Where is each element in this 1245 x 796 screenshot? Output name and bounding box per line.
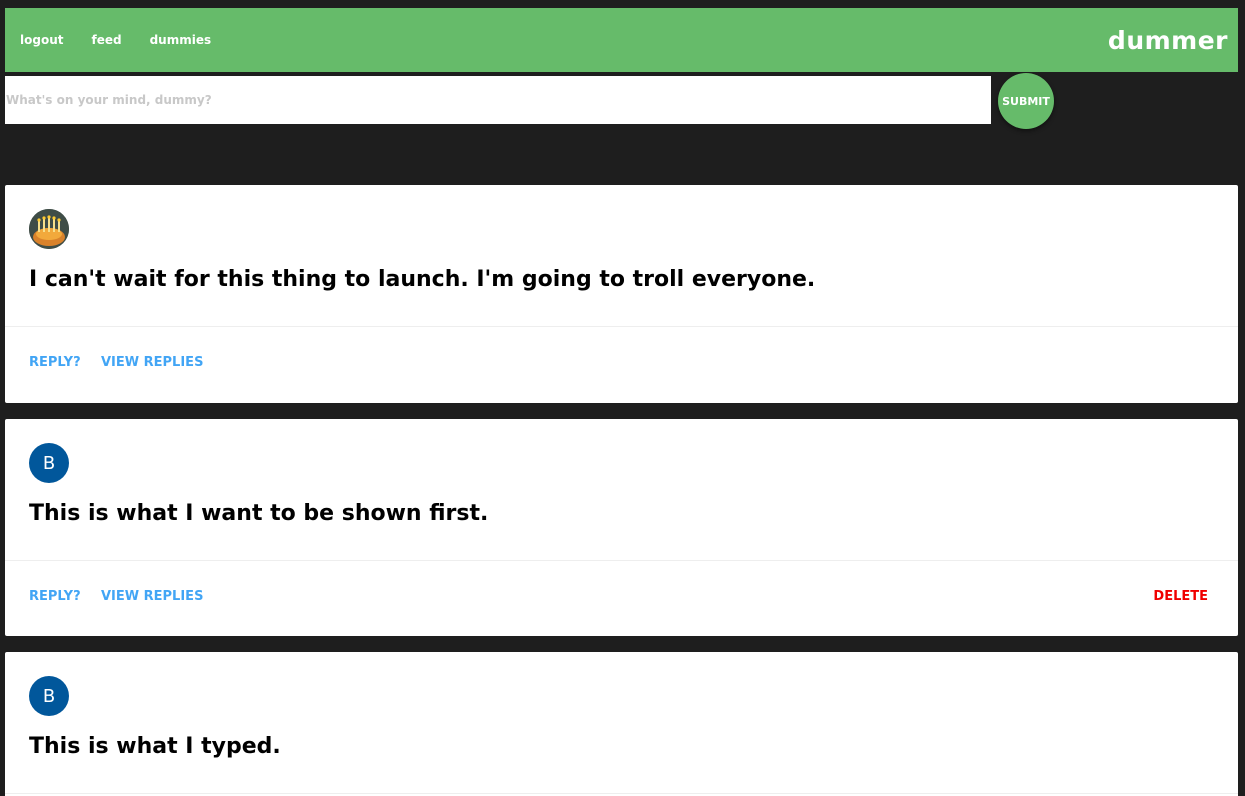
post-card: I can't wait for this thing to launch. I… xyxy=(5,185,1238,403)
brand-logo[interactable]: dummer xyxy=(1108,8,1228,72)
avatar: B xyxy=(29,443,69,483)
reply-link[interactable]: REPLY? xyxy=(29,355,81,370)
view-replies-link[interactable]: VIEW REPLIES xyxy=(101,355,203,370)
post-content: B This is what I typed. xyxy=(5,652,1238,794)
reply-link[interactable]: REPLY? xyxy=(29,589,81,604)
nav-links: logout feed dummies xyxy=(20,8,239,72)
nav-logout-link[interactable]: logout xyxy=(20,33,63,47)
post-text: This is what I want to be shown first. xyxy=(29,501,489,526)
post-card: B This is what I typed. xyxy=(5,652,1238,796)
post-content: I can't wait for this thing to launch. I… xyxy=(5,185,1238,327)
nav-dummies-link[interactable]: dummies xyxy=(150,33,212,47)
post-actions: REPLY? VIEW REPLIES DELETE xyxy=(5,561,1238,637)
view-replies-link[interactable]: VIEW REPLIES xyxy=(101,589,203,604)
post-actions: REPLY? VIEW REPLIES xyxy=(5,327,1238,403)
avatar: B xyxy=(29,676,69,716)
nav-feed-link[interactable]: feed xyxy=(91,33,121,47)
post-text: I can't wait for this thing to launch. I… xyxy=(29,267,816,292)
top-navbar: logout feed dummies dummer xyxy=(5,8,1238,72)
submit-button[interactable]: SUBMIT xyxy=(998,73,1054,129)
page: logout feed dummies dummer SUBMIT xyxy=(0,0,1245,796)
post-card: B This is what I want to be shown first.… xyxy=(5,419,1238,636)
delete-link[interactable]: DELETE xyxy=(1153,589,1208,604)
post-input[interactable] xyxy=(5,76,991,124)
avatar xyxy=(29,209,69,249)
post-content: B This is what I want to be shown first. xyxy=(5,419,1238,561)
post-text: This is what I typed. xyxy=(29,734,281,759)
cake-photo-icon xyxy=(29,209,69,249)
